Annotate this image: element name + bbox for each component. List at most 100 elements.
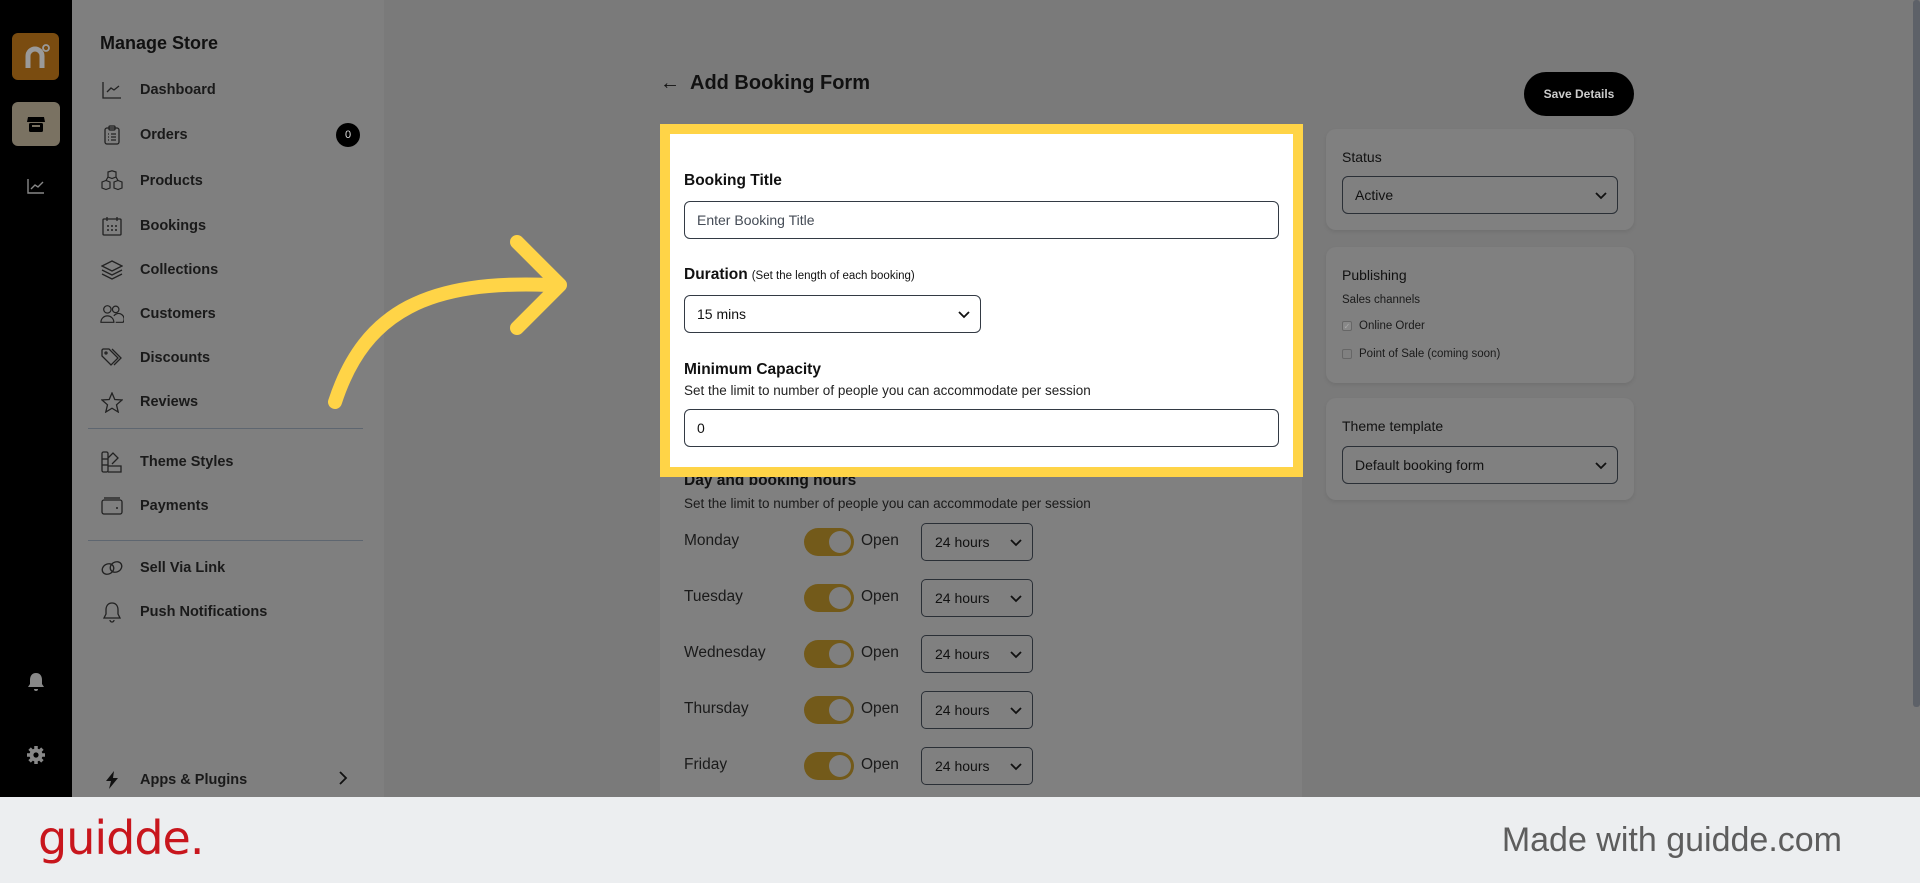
- day-hours-subtitle: Set the limit to number of people you ca…: [684, 496, 1091, 511]
- chevron-down-icon: [1010, 646, 1022, 662]
- users-icon: [100, 302, 124, 326]
- page-scrollbar[interactable]: [1913, 0, 1920, 707]
- channel-label: Online Order: [1359, 320, 1425, 332]
- open-label: Open: [861, 756, 899, 773]
- bell-icon[interactable]: [24, 670, 48, 694]
- theme-template-value: Default booking form: [1355, 457, 1485, 473]
- sidebar-item-label: Sell Via Link: [140, 560, 226, 576]
- hours-value: 24 hours: [935, 534, 990, 550]
- gear-icon[interactable]: [24, 743, 48, 767]
- open-toggle[interactable]: [804, 752, 854, 780]
- status-select[interactable]: Active: [1342, 176, 1618, 214]
- guidde-logo: guidde.: [38, 811, 204, 865]
- bolt-icon: [100, 768, 124, 792]
- open-toggle[interactable]: [804, 528, 854, 556]
- tag-icon: [100, 346, 124, 370]
- channel-online-order[interactable]: ✓ Online Order: [1342, 320, 1425, 332]
- chart-line-icon: [100, 78, 124, 102]
- open-label: Open: [861, 532, 899, 549]
- theme-template-panel: Theme template Default booking form: [1326, 398, 1634, 500]
- checkbox-checked[interactable]: ✓: [1342, 321, 1352, 331]
- brand-logo-icon[interactable]: [12, 33, 59, 80]
- open-label: Open: [861, 588, 899, 605]
- chevron-down-icon: [1595, 457, 1607, 473]
- chevron-down-icon: [1595, 187, 1607, 203]
- duration-label-text: Duration: [684, 266, 748, 283]
- day-row-tuesday: Tuesday Open 24 hours: [684, 579, 1044, 617]
- sidebar-item-push-notifications[interactable]: Push Notifications: [100, 597, 360, 627]
- theme-template-label: Theme template: [1342, 418, 1444, 434]
- day-name: Thursday: [684, 700, 749, 717]
- channel-point-of-sale[interactable]: Point of Sale (coming soon): [1342, 348, 1500, 360]
- analytics-icon[interactable]: [24, 174, 48, 198]
- publishing-title: Publishing: [1342, 267, 1407, 283]
- duration-value: 15 mins: [697, 306, 747, 322]
- open-label: Open: [861, 700, 899, 717]
- hours-value: 24 hours: [935, 646, 990, 662]
- open-toggle[interactable]: [804, 584, 854, 612]
- wallet-icon: [100, 494, 124, 518]
- orders-count-badge: 0: [336, 123, 360, 147]
- sidebar-item-label: Payments: [140, 498, 209, 514]
- channel-label: Point of Sale (coming soon): [1359, 348, 1501, 360]
- sidebar-item-products[interactable]: Products: [100, 166, 360, 196]
- highlighted-form-section: Booking Title Enter Booking Title Durati…: [660, 124, 1303, 477]
- day-row-monday: Monday Open 24 hours: [684, 523, 1044, 561]
- hours-value: 24 hours: [935, 702, 990, 718]
- sidebar-item-label: Push Notifications: [140, 604, 268, 620]
- sidebar-item-label: Reviews: [140, 394, 199, 410]
- sidebar-item-dashboard[interactable]: Dashboard: [100, 75, 360, 105]
- hours-value: 24 hours: [935, 590, 990, 606]
- page-title: ← Add Booking Form: [660, 72, 870, 95]
- chevron-right-icon[interactable]: [338, 770, 348, 790]
- day-name: Wednesday: [684, 644, 766, 661]
- sidebar-item-payments[interactable]: Payments: [100, 491, 360, 521]
- publishing-panel: Publishing Sales channels ✓ Online Order …: [1326, 247, 1634, 383]
- chevron-down-icon: [1010, 534, 1022, 550]
- theme-template-select[interactable]: Default booking form: [1342, 446, 1618, 484]
- made-with-text: Made with guidde.com: [1501, 821, 1842, 859]
- sidebar-item-label: Discounts: [140, 350, 211, 366]
- duration-select[interactable]: 15 mins: [684, 295, 981, 333]
- sidebar-item-label: Orders: [140, 127, 188, 143]
- sidebar-item-orders[interactable]: Orders 0: [100, 120, 360, 150]
- sidebar-item-apps-plugins[interactable]: Apps & Plugins: [100, 765, 360, 795]
- day-row-wednesday: Wednesday Open 24 hours: [684, 635, 1044, 673]
- checkbox-unchecked[interactable]: [1342, 349, 1352, 359]
- sidebar-item-theme-styles[interactable]: Theme Styles: [100, 447, 360, 477]
- hours-select[interactable]: 24 hours: [921, 523, 1033, 561]
- hours-select[interactable]: 24 hours: [921, 579, 1033, 617]
- bell-outline-icon: [100, 600, 124, 624]
- sales-channels-label: Sales channels: [1342, 294, 1420, 306]
- sidebar-item-label: Apps & Plugins: [140, 772, 248, 788]
- sidebar-divider: [88, 428, 363, 429]
- hours-select[interactable]: 24 hours: [921, 747, 1033, 785]
- annotation-arrow: [328, 235, 567, 409]
- min-capacity-input[interactable]: 0: [684, 409, 1279, 447]
- status-panel: Status Active: [1326, 129, 1634, 230]
- hours-select[interactable]: 24 hours: [921, 691, 1033, 729]
- sidebar-item-sell-via-link[interactable]: Sell Via Link: [100, 553, 360, 583]
- day-row-thursday: Thursday Open 24 hours: [684, 691, 1044, 729]
- layers-icon: [100, 258, 124, 282]
- link-icon: [100, 556, 124, 580]
- save-details-button[interactable]: Save Details: [1524, 72, 1634, 116]
- chevron-down-icon: [1010, 702, 1022, 718]
- back-arrow-icon[interactable]: ←: [660, 72, 680, 95]
- boxes-icon: [100, 169, 124, 193]
- duration-hint: (Set the length of each booking): [751, 270, 915, 282]
- day-row-friday: Friday Open 24 hours: [684, 747, 1044, 785]
- hours-select[interactable]: 24 hours: [921, 635, 1033, 673]
- sidebar-item-label: Theme Styles: [140, 454, 234, 470]
- open-toggle[interactable]: [804, 640, 854, 668]
- status-label: Status: [1342, 149, 1382, 165]
- booking-title-input[interactable]: Enter Booking Title: [684, 201, 1279, 239]
- store-icon[interactable]: [12, 102, 60, 146]
- sidebar-item-label: Collections: [140, 262, 219, 278]
- sidebar-item-label: Bookings: [140, 218, 207, 234]
- open-toggle[interactable]: [804, 696, 854, 724]
- open-label: Open: [861, 644, 899, 661]
- hours-value: 24 hours: [935, 758, 990, 774]
- sidebar-item-label: Customers: [140, 306, 216, 322]
- day-name: Tuesday: [684, 588, 743, 605]
